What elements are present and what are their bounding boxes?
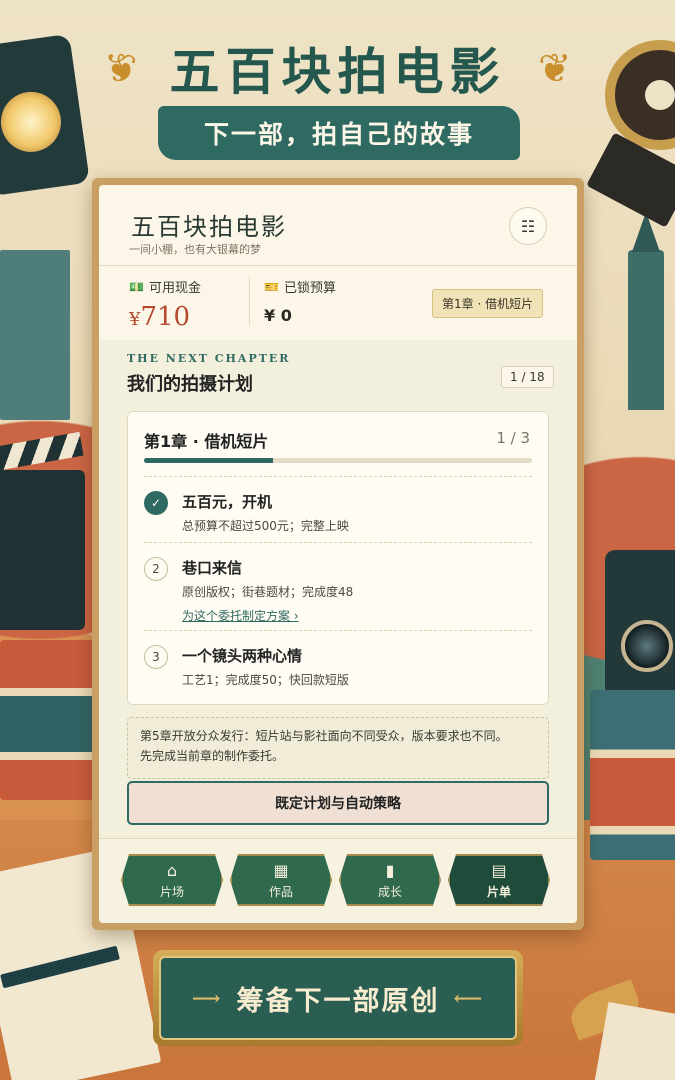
app-title: 五百块拍电影 — [131, 213, 287, 241]
chapter-progress-bar — [144, 458, 532, 463]
locked-value: ¥ 0 — [264, 306, 292, 325]
arrow-left-icon: ⟶ — [191, 986, 223, 1010]
camera-icon — [605, 550, 675, 700]
laurel-right-icon: ❦ — [538, 46, 572, 92]
chapter-title: 第1章 · 借机短片 — [144, 432, 269, 451]
notice-line: 先完成当前章的制作委托。 — [140, 749, 285, 763]
film-icon: ▦ — [273, 860, 289, 880]
tab-slate[interactable]: ▤ 片单 — [448, 854, 550, 906]
tab-label: 片场 — [159, 884, 184, 899]
tab-growth[interactable]: ▮ 成长 — [339, 854, 441, 906]
cta-frame: ⟶ 筹备下一部原创 ⟵ — [153, 950, 523, 1046]
notice-line: 第5章开放分众发行：短片站与影社面向不同受众，版本要求也不同。 — [140, 729, 508, 743]
cash-value: 710 — [140, 302, 191, 332]
cta-label: 筹备下一部原创 — [236, 985, 440, 1017]
tab-label: 成长 — [377, 884, 402, 899]
locked-budget-stat: 🎫 已锁预算 ¥ 0 — [249, 277, 336, 325]
clapperboard-icon — [0, 470, 85, 630]
background-tower — [628, 212, 664, 410]
growth-chart-icon: ▮ — [385, 860, 395, 880]
task-desc: 工艺1；完成度50；快回款短版 — [182, 673, 349, 687]
section-eyebrow: THE NEXT CHAPTER — [127, 352, 291, 365]
task-item[interactable]: ✓ 五百元，开机 总预算不超过500元；完整上映 — [144, 476, 532, 542]
cash-stat: 💵 可用现金 ¥710 — [129, 277, 201, 333]
chapter-card: 第1章 · 借机短片 1 / 3 ✓ 五百元，开机 总预算不超过500元；完整上… — [127, 411, 549, 705]
task-desc: 原创版权；街巷题材；完成度48 — [182, 585, 354, 599]
locked-label: 已锁预算 — [283, 281, 336, 296]
arrow-right-icon: ⟵ — [453, 986, 485, 1010]
main-panel: 五百块拍电影 一间小棚，也有大银幕的梦 ☷ 💵 可用现金 ¥710 🎫 已锁预算… — [92, 178, 584, 930]
task-title: 一个镜头两种心情 — [182, 647, 303, 665]
background-building — [0, 250, 70, 420]
task-title: 五百元，开机 — [182, 493, 273, 511]
tab-studio[interactable]: ⌂ 片场 — [121, 854, 223, 906]
clipboard-icon: ▤ — [491, 860, 507, 880]
release-notice: 第5章开放分众发行：短片站与影社面向不同受众，版本要求也不同。 先完成当前章的制… — [127, 717, 549, 779]
studio-icon: ⌂ — [166, 860, 178, 880]
tagline-banner: 下一部，拍自己的故事 — [158, 106, 520, 160]
task-title: 巷口来信 — [182, 559, 243, 577]
ticket-icon: 🎫 — [264, 279, 279, 294]
chapter-progress-text: 1 / 3 — [496, 429, 530, 447]
task-item[interactable]: 2 巷口来信 原创版权；街巷题材；完成度48 为这个委托制定方案 › — [144, 542, 532, 630]
book-stack-left — [0, 640, 95, 800]
plan-title: 我们的拍摄计划 — [127, 374, 253, 395]
app-subtitle: 一间小棚，也有大银幕的梦 — [129, 243, 261, 256]
panel-content: 五百块拍电影 一间小棚，也有大银幕的梦 ☷ 💵 可用现金 ¥710 🎫 已锁预算… — [99, 185, 577, 923]
tab-works[interactable]: ▦ 作品 — [230, 854, 332, 906]
money-icon: 💵 — [129, 279, 144, 294]
currency-symbol: ¥ — [129, 309, 141, 330]
chapter-tag: 第1章 · 借机短片 — [432, 289, 544, 318]
task-item[interactable]: 3 一个镜头两种心情 工艺1；完成度50；快回款短版 — [144, 630, 532, 704]
book-stack-right — [590, 690, 675, 860]
bottom-nav: ⌂ 片场 ▦ 作品 ▮ 成长 ▤ 片单 — [99, 838, 577, 923]
task-number: 2 — [144, 557, 168, 581]
game-title: 五百块拍电影 — [169, 42, 506, 101]
plan-section: THE NEXT CHAPTER 我们的拍摄计划 1 / 18 第1章 · 借机… — [99, 340, 577, 838]
check-icon: ✓ — [144, 491, 168, 515]
make-plan-link[interactable]: 为这个委托制定方案 › — [182, 607, 299, 624]
task-desc: 总预算不超过500元；完整上映 — [182, 519, 349, 533]
cash-label: 可用现金 — [148, 281, 201, 296]
tab-label: 片单 — [486, 884, 511, 899]
task-number: 3 — [144, 645, 168, 669]
grid-menu-icon: ☷ — [520, 216, 536, 236]
page-counter: 1 / 18 — [501, 366, 554, 388]
tab-label: 作品 — [268, 884, 293, 899]
chapter-progress-fill — [144, 458, 274, 463]
strategy-button[interactable]: 既定计划与自动策略 — [127, 781, 549, 825]
prepare-next-original-button[interactable]: ⟶ 筹备下一部原创 ⟵ — [159, 956, 517, 1040]
divider — [99, 265, 577, 266]
menu-button[interactable]: ☷ — [509, 207, 547, 245]
